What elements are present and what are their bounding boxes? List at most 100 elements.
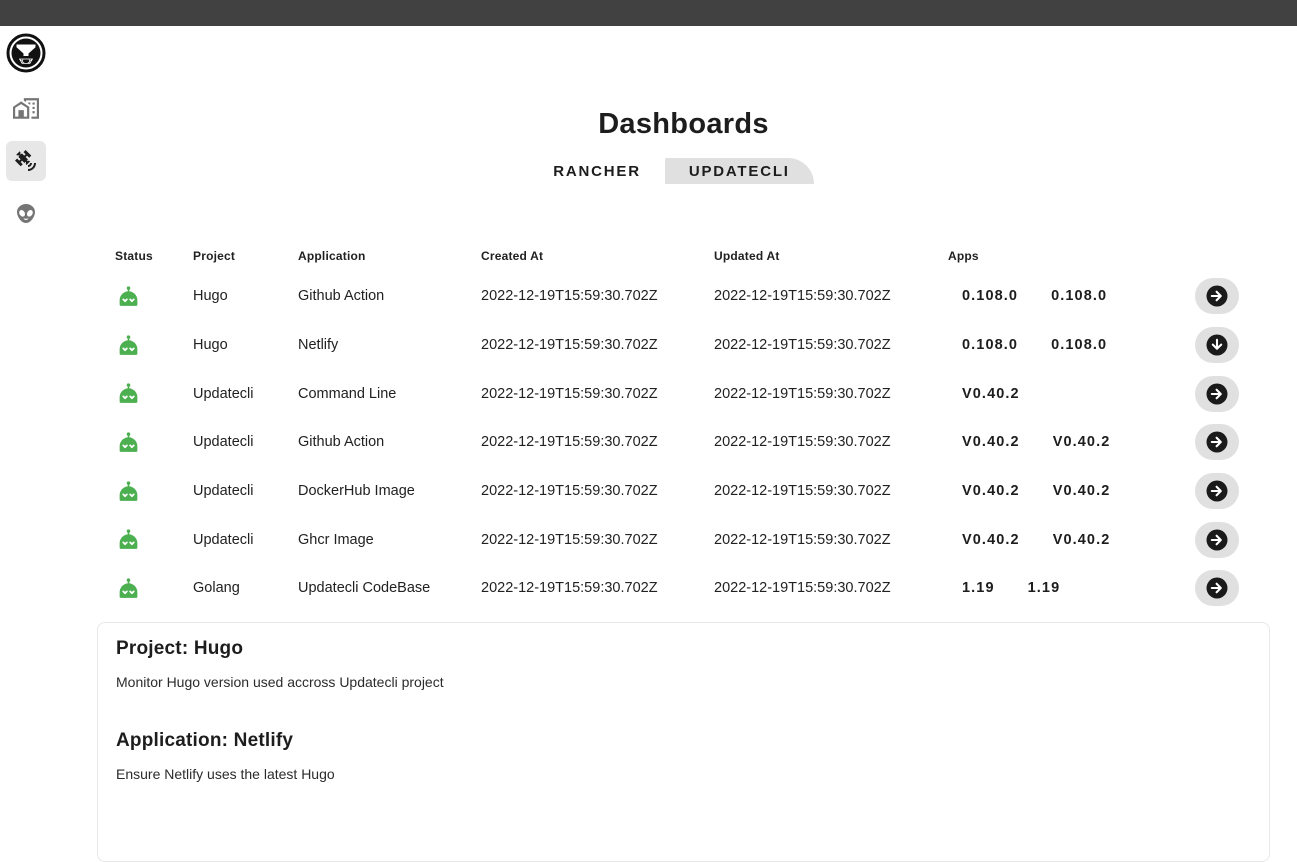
page-title: Dashboards: [97, 107, 1270, 141]
updatecli-logo[interactable]: [6, 33, 46, 73]
created-at-cell: 2022-12-19T15:59:30.702Z: [481, 434, 714, 450]
project-cell: Hugo: [193, 337, 298, 353]
arrow-right-circle-icon: [1205, 284, 1229, 308]
open-row-button[interactable]: [1195, 424, 1239, 460]
project-cell: Updatecli: [193, 386, 298, 402]
created-at-cell: 2022-12-19T15:59:30.702Z: [481, 337, 714, 353]
application-cell: Github Action: [298, 288, 481, 304]
column-header-status: Status: [97, 249, 193, 263]
application-cell: Netlify: [298, 337, 481, 353]
robot-status-icon: [116, 529, 141, 550]
table-row: Updatecli Ghcr Image 2022-12-19T15:59:30…: [97, 515, 1270, 564]
application-cell: Command Line: [298, 386, 481, 402]
status-cell: [97, 383, 193, 404]
project-cell: Updatecli: [193, 532, 298, 548]
app-version-chip: V0.40.2: [962, 532, 1020, 548]
robot-status-icon: [116, 578, 141, 599]
table-row: Hugo Github Action 2022-12-19T15:59:30.7…: [97, 272, 1270, 321]
table-row: Golang Updatecli CodeBase 2022-12-19T15:…: [97, 564, 1270, 613]
app-version-chip: V0.40.2: [962, 386, 1020, 402]
dashboard-tabs: RANCHER UPDATECLI: [97, 158, 1270, 184]
sidebar-item-home[interactable]: [6, 89, 46, 129]
table-row: Updatecli DockerHub Image 2022-12-19T15:…: [97, 467, 1270, 516]
created-at-cell: 2022-12-19T15:59:30.702Z: [481, 288, 714, 304]
home-city-icon: [13, 96, 39, 122]
created-at-cell: 2022-12-19T15:59:30.702Z: [481, 483, 714, 499]
sidebar-item-pipelines[interactable]: [6, 141, 46, 181]
column-header-updated-at: Updated At: [714, 249, 948, 263]
open-row-button[interactable]: [1195, 376, 1239, 412]
project-description: Monitor Hugo version used accross Update…: [116, 674, 1251, 691]
app-version-chip: V0.40.2: [962, 483, 1020, 499]
app-version-chip: 0.108.0: [962, 337, 1018, 353]
apps-cell: 1.19 1.19: [948, 580, 1195, 596]
created-at-cell: 2022-12-19T15:59:30.702Z: [481, 580, 714, 596]
column-header-created-at: Created At: [481, 249, 714, 263]
arrow-right-circle-icon: [1205, 479, 1229, 503]
application-description: Ensure Netlify uses the latest Hugo: [116, 766, 1251, 783]
arrow-right-circle-icon: [1205, 430, 1229, 454]
sidebar: [0, 26, 52, 233]
app-version-chip: 0.108.0: [1051, 288, 1107, 304]
project-cell: Golang: [193, 580, 298, 596]
status-cell: [97, 432, 193, 453]
open-row-button[interactable]: [1195, 278, 1239, 314]
table-header: Status Project Application Created At Up…: [97, 244, 1270, 268]
application-heading: Application: Netlify: [116, 730, 1251, 752]
app-version-chip: 1.19: [1028, 580, 1061, 596]
main-content: Dashboards RANCHER UPDATECLI Status Proj…: [97, 26, 1270, 862]
application-cell: DockerHub Image: [298, 483, 481, 499]
status-cell: [97, 578, 193, 599]
updated-at-cell: 2022-12-19T15:59:30.702Z: [714, 386, 948, 402]
app-version-chip: 0.108.0: [962, 288, 1018, 304]
app-version-chip: V0.40.2: [1053, 434, 1111, 450]
robot-status-icon: [116, 383, 141, 404]
apps-cell: V0.40.2 V0.40.2: [948, 483, 1195, 499]
robot-status-icon: [116, 335, 141, 356]
app-version-chip: V0.40.2: [962, 434, 1020, 450]
satellite-icon: [14, 149, 38, 173]
status-cell: [97, 481, 193, 502]
robot-status-icon: [116, 481, 141, 502]
sidebar-item-about[interactable]: [6, 193, 46, 233]
updated-at-cell: 2022-12-19T15:59:30.702Z: [714, 580, 948, 596]
arrow-right-circle-icon: [1205, 528, 1229, 552]
project-cell: Updatecli: [193, 434, 298, 450]
updated-at-cell: 2022-12-19T15:59:30.702Z: [714, 337, 948, 353]
arrow-down-circle-icon: [1205, 333, 1229, 357]
app-version-chip: 0.108.0: [1051, 337, 1107, 353]
arrow-right-circle-icon: [1205, 382, 1229, 406]
open-row-button[interactable]: [1195, 473, 1239, 509]
updated-at-cell: 2022-12-19T15:59:30.702Z: [714, 483, 948, 499]
project-cell: Hugo: [193, 288, 298, 304]
open-row-button[interactable]: [1195, 522, 1239, 558]
created-at-cell: 2022-12-19T15:59:30.702Z: [481, 532, 714, 548]
apps-cell: V0.40.2: [948, 386, 1195, 402]
apps-cell: V0.40.2 V0.40.2: [948, 434, 1195, 450]
app-version-chip: 1.19: [962, 580, 995, 596]
table-row: Updatecli Command Line 2022-12-19T15:59:…: [97, 369, 1270, 418]
tab-updatecli[interactable]: UPDATECLI: [665, 158, 814, 184]
alien-icon: [14, 201, 38, 225]
created-at-cell: 2022-12-19T15:59:30.702Z: [481, 386, 714, 402]
open-row-button[interactable]: [1195, 570, 1239, 606]
application-cell: Updatecli CodeBase: [298, 580, 481, 596]
table-body: Hugo Github Action 2022-12-19T15:59:30.7…: [97, 272, 1270, 613]
updated-at-cell: 2022-12-19T15:59:30.702Z: [714, 532, 948, 548]
updated-at-cell: 2022-12-19T15:59:30.702Z: [714, 434, 948, 450]
collapse-row-button[interactable]: [1195, 327, 1239, 363]
robot-status-icon: [116, 432, 141, 453]
robot-status-icon: [116, 286, 141, 307]
project-cell: Updatecli: [193, 483, 298, 499]
application-cell: Ghcr Image: [298, 532, 481, 548]
arrow-right-circle-icon: [1205, 576, 1229, 600]
updated-at-cell: 2022-12-19T15:59:30.702Z: [714, 288, 948, 304]
tab-rancher[interactable]: RANCHER: [553, 158, 641, 184]
app-version-chip: V0.40.2: [1053, 532, 1111, 548]
status-cell: [97, 335, 193, 356]
app-version-chip: V0.40.2: [1053, 483, 1111, 499]
table-row: Updatecli Github Action 2022-12-19T15:59…: [97, 418, 1270, 467]
status-cell: [97, 286, 193, 307]
status-cell: [97, 529, 193, 550]
pipelines-table: Status Project Application Created At Up…: [97, 244, 1270, 613]
